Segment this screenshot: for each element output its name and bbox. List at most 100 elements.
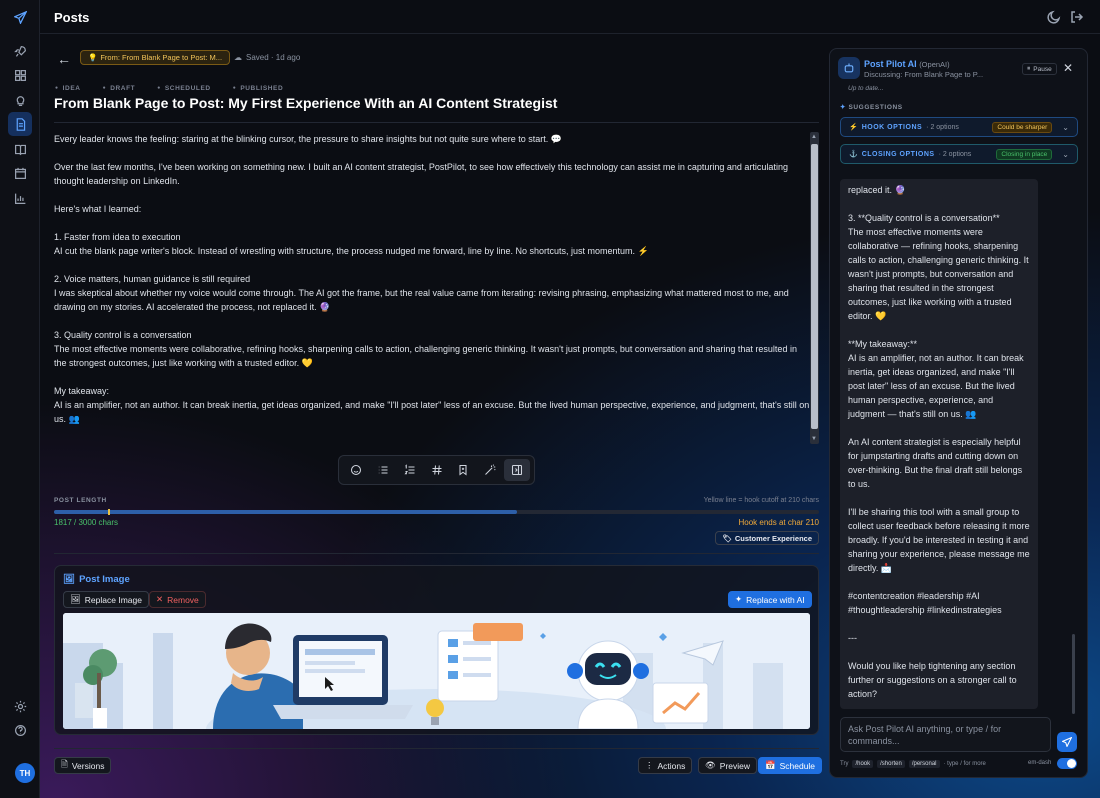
image-icon: 🖼: [63, 574, 76, 585]
dark-mode-moon-icon[interactable]: [1046, 9, 1062, 25]
actions-button[interactable]: ⋮ Actions: [638, 757, 693, 774]
settings-gear-icon[interactable]: [8, 694, 32, 718]
post-image-title: Post Image: [79, 574, 130, 585]
stage-draft[interactable]: DRAFT: [103, 85, 136, 92]
scroll-down-icon[interactable]: ▼: [811, 436, 817, 442]
closing-options-count: · 2 options: [938, 150, 972, 158]
hook-cutoff-marker: [107, 509, 110, 515]
back-arrow-icon[interactable]: ←: [57, 51, 71, 67]
schedule-button[interactable]: 📅 Schedule: [758, 757, 823, 774]
sparkle-icon: ✦: [735, 594, 743, 604]
close-panel-icon[interactable]: ✕: [1063, 61, 1073, 75]
help-icon[interactable]: [8, 718, 32, 742]
preview-button[interactable]: 👁 Preview: [698, 757, 758, 774]
stage-tracker: IDEA DRAFT SCHEDULED PUBLISHED: [55, 85, 283, 92]
message-paragraph: Would you like help tightening any secti…: [848, 661, 1017, 699]
paragraph: Over the last few months, I've been work…: [54, 162, 788, 186]
lightbulb-icon[interactable]: [8, 88, 32, 112]
magic-wand-icon[interactable]: [477, 459, 503, 481]
saved-label: Saved · 1d ago: [246, 53, 301, 62]
em-dash-label: em-dash: [1028, 760, 1052, 766]
lightbulb-icon: 💡: [88, 53, 98, 62]
assistant-name: Post Pilot AI (OpenAI): [864, 59, 950, 69]
replace-with-ai-button[interactable]: ✦ Replace with AI: [728, 591, 812, 608]
pause-icon: ⏸: [1027, 65, 1031, 72]
calendar-icon[interactable]: [8, 161, 32, 185]
chat-input[interactable]: Ask Post Pilot AI anything, or type / fo…: [840, 717, 1051, 752]
paragraph: Every leader knows the feeling: staring …: [54, 134, 562, 144]
source-idea-label: From: From Blank Page to Post: M...: [100, 53, 223, 62]
analytics-chart-icon[interactable]: [8, 186, 32, 210]
hook-end-label: Hook ends at char 210: [738, 518, 820, 527]
paragraph: 3. Quality control is a conversation The…: [54, 330, 797, 368]
hook-cutoff-hint: Yellow line = hook cutoff at 210 chars: [703, 497, 819, 504]
rocket-icon[interactable]: [8, 39, 32, 63]
hook-options-accordion[interactable]: ⚡ HOOK OPTIONS · 2 options Could be shar…: [840, 117, 1078, 137]
suggestions-header: ✦ SUGGESTIONS: [840, 103, 903, 111]
close-icon: ✕: [156, 594, 164, 604]
stage-scheduled[interactable]: SCHEDULED: [157, 85, 210, 92]
paragraph: 2. Voice matters, human guidance is stil…: [54, 274, 789, 312]
save-status: ☁ Saved · 1d ago: [234, 53, 300, 62]
paragraph: Here's what I learned:: [54, 204, 142, 214]
closing-options-label: CLOSING OPTIONS: [861, 150, 935, 158]
try-label: Try: [840, 761, 849, 767]
user-avatar[interactable]: TH: [15, 763, 35, 783]
hashtag-icon[interactable]: [424, 459, 450, 481]
replace-image-button[interactable]: 🖼 Replace Image: [63, 591, 149, 608]
remove-label: Remove: [167, 594, 199, 605]
message-paragraph: #contentcreation #leadership #AI #though…: [848, 591, 1002, 615]
post-body-textarea[interactable]: Every leader knows the feeling: staring …: [54, 132, 810, 450]
chevron-down-icon[interactable]: ⌄: [1062, 123, 1069, 132]
command-chip-shorten[interactable]: /shorten: [877, 760, 905, 768]
versions-button[interactable]: 🗎 Versions: [54, 757, 112, 774]
calendar-icon: 📅: [765, 760, 776, 770]
dashboard-grid-icon[interactable]: [8, 63, 32, 87]
command-chip-personal[interactable]: /personal: [908, 760, 940, 768]
posts-document-icon[interactable]: [8, 112, 32, 136]
numbered-list-icon[interactable]: [397, 459, 423, 481]
source-idea-chip[interactable]: 💡 From: From Blank Page to Post: M...: [80, 50, 231, 65]
divider: [54, 553, 819, 554]
cloud-icon: ☁: [234, 53, 242, 62]
image-icon: 🖼: [70, 594, 81, 604]
tag-chip[interactable]: 🏷 Customer Experience: [715, 531, 819, 545]
bookmark-icon[interactable]: [450, 459, 476, 481]
command-chip-hook[interactable]: /hook: [852, 760, 874, 768]
post-length-bar: [54, 509, 819, 515]
anchor-icon: ⚓: [849, 151, 858, 158]
send-icon[interactable]: [1057, 732, 1077, 752]
assistant-name-label: Post Pilot AI: [864, 59, 917, 69]
assistant-message: replaced it. 🔮 3. **Quality control is a…: [840, 179, 1038, 709]
remove-image-button[interactable]: ✕ Remove: [149, 591, 206, 608]
post-editor: ← 💡 From: From Blank Page to Post: M... ☁…: [40, 34, 828, 798]
chat-scrollbar[interactable]: [1072, 634, 1075, 714]
logout-icon[interactable]: [1069, 9, 1085, 25]
chevron-down-icon[interactable]: ⌄: [1062, 150, 1069, 159]
emoji-icon[interactable]: [343, 459, 369, 481]
closing-options-accordion[interactable]: ⚓ CLOSING OPTIONS · 2 options Closing in…: [840, 144, 1078, 164]
closing-status-badge: Closing in place: [996, 148, 1053, 160]
scroll-up-icon[interactable]: ▲: [811, 134, 817, 140]
post-title[interactable]: From Blank Page to Post: My First Experi…: [54, 95, 557, 111]
em-dash-toggle[interactable]: [1057, 758, 1077, 769]
toggle-panel-icon[interactable]: [504, 459, 531, 481]
book-icon[interactable]: [8, 137, 32, 161]
message-paragraph: replaced it. 🔮: [848, 185, 906, 195]
divider: [54, 748, 819, 749]
bullet-list-icon[interactable]: [370, 459, 396, 481]
scrollbar-thumb[interactable]: [811, 144, 818, 429]
editor-scrollbar[interactable]: ▲ ▼: [810, 132, 819, 444]
stage-idea[interactable]: IDEA: [55, 85, 81, 92]
hook-options-label: HOOK OPTIONS: [861, 123, 923, 131]
pause-button[interactable]: ⏸ Pause: [1022, 63, 1057, 75]
preview-label: Preview: [719, 760, 751, 771]
sparkle-icon: ✦: [840, 104, 847, 111]
stage-published[interactable]: PUBLISHED: [233, 85, 284, 92]
more-vertical-icon: ⋮: [645, 760, 654, 770]
assistant-provider: (OpenAI): [919, 60, 950, 69]
divider: [54, 122, 819, 123]
paragraph: 1. Faster from idea to execution AI cut …: [54, 232, 649, 256]
logo-paper-plane-icon[interactable]: [8, 5, 32, 29]
actions-label: Actions: [657, 760, 686, 771]
